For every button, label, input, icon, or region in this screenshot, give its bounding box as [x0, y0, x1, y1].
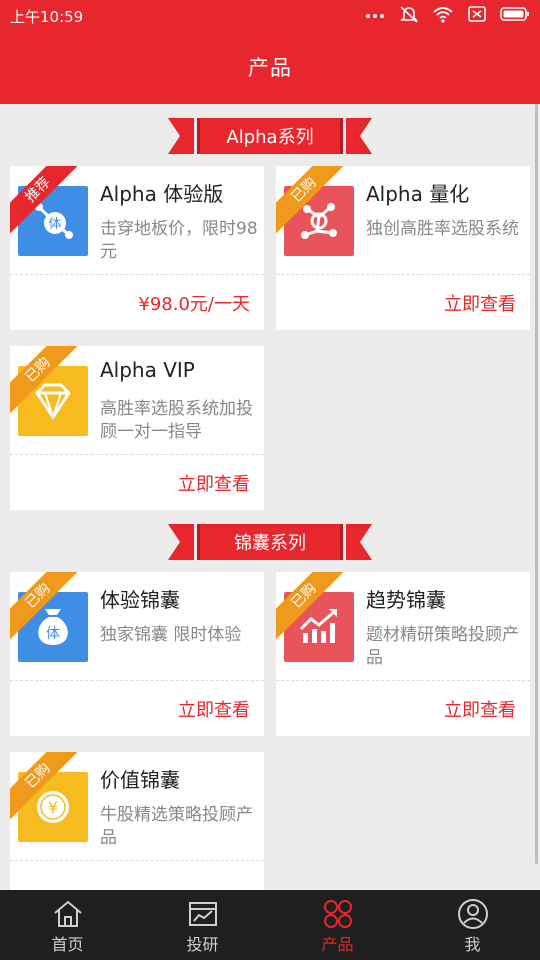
product-card-trial-jinnang[interactable]: 体 已购 体验锦囊 独家锦囊 限时体验 立即查看: [10, 572, 264, 736]
status-bar: 上午10:59: [0, 0, 540, 30]
section-title: Alpha系列: [226, 127, 314, 148]
tab-me[interactable]: 我: [405, 890, 540, 960]
status-time: 上午10:59: [10, 8, 84, 26]
divider: [276, 274, 530, 275]
divider: [10, 680, 264, 681]
wifi-icon: [432, 5, 454, 23]
battery-icon: [500, 5, 530, 23]
view-now-link[interactable]: 立即查看: [444, 696, 516, 722]
product-desc: 高胜率选股系统加投顾一对一指导: [100, 399, 253, 442]
product-name: Alpha 量化: [366, 182, 470, 206]
tab-products[interactable]: 产品: [270, 890, 405, 960]
view-now-link[interactable]: 立即查看: [178, 696, 250, 722]
product-desc: 击穿地板价，限时98元: [100, 219, 258, 262]
price-link[interactable]: ¥98.0元/一天: [138, 290, 250, 316]
product-desc: 独创高胜率选股系统: [366, 219, 519, 239]
product-desc: 牛股精选策略投顾产品: [100, 805, 253, 848]
product-name: 趋势锦囊: [366, 588, 446, 612]
products-icon: [322, 898, 354, 930]
product-name: 体验锦囊: [100, 588, 180, 612]
product-desc: 独家锦囊 限时体验: [100, 625, 242, 645]
section-title: 锦囊系列: [234, 533, 306, 554]
research-icon: [187, 898, 219, 930]
tab-label: 首页: [51, 935, 84, 954]
view-now-link[interactable]: 立即查看: [178, 470, 250, 496]
product-name: Alpha 体验版: [100, 182, 224, 206]
product-name: Alpha VIP: [100, 358, 195, 382]
scrollbar[interactable]: [535, 104, 538, 864]
page-header: 产品: [0, 30, 540, 104]
product-list[interactable]: Alpha系列 体 推荐 Alpha 体验版 击穿地板价，限时98元 ¥98.0…: [0, 104, 540, 890]
product-card-alpha-vip[interactable]: 已购 Alpha VIP 高胜率选股系统加投顾一对一指导 立即查看: [10, 346, 264, 510]
profile-icon: [457, 898, 489, 930]
tab-label: 产品: [321, 935, 354, 954]
product-desc: 题材精研策略投顾产品: [366, 625, 519, 668]
page-title: 产品: [248, 56, 292, 80]
svg-text:体: 体: [46, 626, 60, 642]
tab-label: 我: [464, 935, 481, 954]
divider: [10, 274, 264, 275]
tab-label: 投研: [186, 935, 219, 954]
view-now-link[interactable]: 立即查看: [444, 290, 516, 316]
more-dots-icon: [364, 5, 386, 23]
product-card-alpha-trial[interactable]: 体 推荐 Alpha 体验版 击穿地板价，限时98元 ¥98.0元/一天: [10, 166, 264, 330]
home-icon: [52, 898, 84, 930]
product-card-alpha-quant[interactable]: 已购 Alpha 量化 独创高胜率选股系统 立即查看: [276, 166, 530, 330]
tab-home[interactable]: 首页: [0, 890, 135, 960]
svg-text:体: 体: [48, 217, 61, 232]
divider: [10, 454, 264, 455]
svg-text:¥: ¥: [48, 798, 58, 817]
section-banner-jinnang: 锦囊系列: [0, 524, 540, 560]
section-banner-alpha: Alpha系列: [0, 118, 540, 154]
alarm-off-icon: [398, 5, 420, 23]
sim-icon: [466, 5, 488, 23]
product-card-value-jinnang[interactable]: ¥ 已购 价值锦囊 牛股精选策略投顾产品: [10, 752, 264, 890]
bottom-tab-bar: 首页 投研 产品 我: [0, 890, 540, 960]
divider: [276, 680, 530, 681]
tab-research[interactable]: 投研: [135, 890, 270, 960]
status-icons: [364, 5, 530, 23]
product-card-trend-jinnang[interactable]: 已购 趋势锦囊 题材精研策略投顾产品 立即查看: [276, 572, 530, 736]
divider: [10, 860, 264, 861]
product-name: 价值锦囊: [100, 768, 180, 792]
